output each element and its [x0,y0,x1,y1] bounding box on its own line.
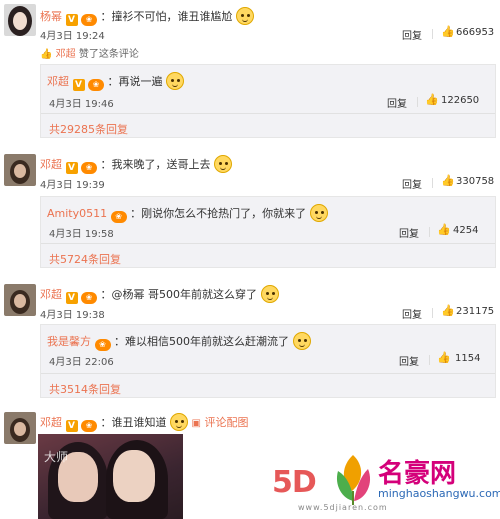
reply-author[interactable]: 邓超 [47,75,69,88]
watermark-small: www.5djiaren.com [298,503,388,512]
comment-author[interactable]: 杨幂 [40,10,62,23]
comment-time: 4月3日 19:38 [40,310,105,321]
image-link[interactable]: 评论配图 [204,416,248,429]
like-count: 1154 [455,353,481,364]
vip-badge-icon: ❀ [81,14,97,26]
reply-text: ：再说一遍 [107,75,163,88]
smiley-emoji-icon [236,7,254,25]
photo-caption: 大师 [44,450,69,464]
liked-text: 赞了这条评论 [75,49,139,60]
verified-v-icon: V [65,14,78,26]
comment-text: ：谁丑谁知道 [100,416,167,429]
watermark-5d: 5D [272,465,317,500]
thumbs-up-icon[interactable]: 👍 [425,93,439,106]
reply-button[interactable]: 回复 [402,306,422,321]
site-watermark: 5D 名豪网 minghaoshangwu.com www.5djiaren.c… [270,443,500,519]
reply-button[interactable]: 回复 [399,225,419,240]
liked-by-user[interactable]: 邓超 [56,49,76,60]
reply-button[interactable]: 回复 [387,95,407,110]
verified-v-icon: V [65,420,78,432]
reply-box: 邓超 V ❀ ：再说一遍 4月3日 19:46 回复 👍 122650 共292… [40,64,496,138]
thumbs-up-icon: 👍 [40,49,53,60]
reply-button[interactable]: 回复 [399,353,419,368]
divider [432,178,433,188]
more-replies-link[interactable]: 共29285条回复 [49,121,128,137]
divider [429,227,430,237]
thumbs-up-icon[interactable]: 👍 [437,223,451,236]
reply-box: 我是馨方 ❀ ：难以相信500年前就这么赶潮流了 4月3日 22:06 回复 👍… [40,324,496,398]
vip-badge-icon: ❀ [88,79,104,91]
like-count: 4254 [453,225,479,236]
comment-time: 4月3日 19:39 [40,180,105,191]
comment-2: 邓超 V ❀ ：我来晚了，送哥上去 4月3日 19:39 回复 👍 330758… [0,148,500,273]
comment-author[interactable]: 邓超 [40,288,62,301]
comment-text: ：我来晚了，送哥上去 [100,158,211,171]
comment-text: 哥500年前就这么穿了 [144,288,257,301]
mention-link[interactable]: ：@杨幂 [101,288,145,301]
like-count: 330758 [456,176,495,187]
reply-author[interactable]: Amity0511 [47,207,107,220]
vip-badge-icon: ❀ [94,339,111,351]
reply-box: Amity0511 ❀ ：刚说你怎么不抢热门了，你就来了 4月3日 19:58 … [40,196,496,268]
divider [41,113,495,114]
divider [429,355,430,365]
avatar[interactable] [4,284,36,316]
thumbs-up-icon[interactable]: 👍 [441,304,455,317]
divider [432,29,433,39]
smiley-emoji-icon [170,413,188,431]
divider [417,97,418,107]
thumbs-up-icon[interactable]: 👍 [441,174,455,187]
like-count: 122650 [441,95,480,106]
like-count: 666953 [456,27,495,38]
comment-author[interactable]: 邓超 [40,416,62,429]
thumbs-up-icon[interactable]: 👍 [437,351,451,364]
reply-time: 4月3日 22:06 [49,357,114,368]
smiley-emoji-icon [166,72,184,90]
watermark-brand: 名豪网 [378,459,457,489]
comment-photo[interactable]: 大师 [38,434,183,519]
watermark-domain: minghaoshangwu.com [378,487,500,500]
comment-time: 4月3日 19:24 [40,31,105,42]
more-replies-link[interactable]: 共3514条回复 [49,381,121,397]
smiley-emoji-icon [309,204,328,222]
vip-badge-icon: ❀ [81,420,97,432]
smiley-emoji-icon [214,155,232,173]
verified-v-icon: V [65,292,78,304]
reply-text: ：刚说你怎么不抢热门了，你就来了 [130,207,307,220]
avatar[interactable] [4,4,36,36]
avatar[interactable] [4,154,36,186]
reply-text: ：难以相信500年前就这么赶潮流了 [114,335,289,348]
thumbs-up-icon[interactable]: 👍 [441,25,455,38]
reply-button[interactable]: 回复 [402,176,422,191]
avatar[interactable] [4,412,36,444]
vip-badge-icon: ❀ [81,162,97,174]
verified-v-icon: V [65,162,78,174]
image-icon: ▣ [191,418,201,429]
reply-time: 4月3日 19:46 [49,99,114,110]
like-count: 231175 [456,306,495,317]
verified-v-icon: V [72,79,85,91]
reply-button[interactable]: 回复 [402,27,422,42]
vip-badge-icon: ❀ [110,211,127,223]
comment-1: 杨幂 V ❀ ：撞衫不可怕，谁丑谁尴尬 4月3日 19:24 回复 👍 6669… [0,0,500,140]
reply-time: 4月3日 19:58 [49,229,114,240]
reply-author[interactable]: 我是馨方 [47,335,91,348]
comment-author[interactable]: 邓超 [40,158,62,171]
vip-badge-icon: ❀ [81,292,97,304]
smiley-emoji-icon [260,285,279,303]
divider [41,373,495,374]
divider [432,308,433,318]
leaf-logo-icon [336,455,371,505]
more-replies-link[interactable]: 共5724条回复 [49,251,121,267]
smiley-emoji-icon [292,332,311,350]
comment-text: ：撞衫不可怕，谁丑谁尴尬 [100,10,233,23]
divider [41,243,495,244]
comment-3: 邓超 V ❀ ：@杨幂 哥500年前就这么穿了 4月3日 19:38 回复 👍 … [0,278,500,403]
